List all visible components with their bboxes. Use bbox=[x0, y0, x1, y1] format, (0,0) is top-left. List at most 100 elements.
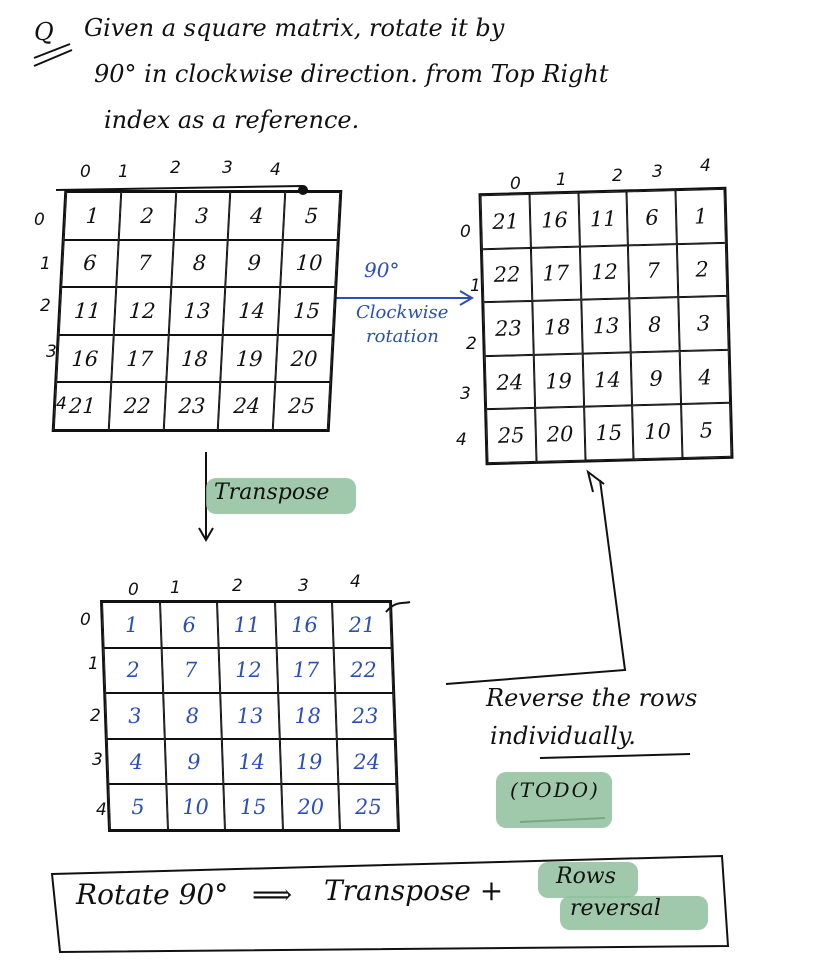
matrix-cell: 20 bbox=[275, 334, 333, 383]
row-index: 3 bbox=[460, 384, 471, 404]
matrix-cell: 16 bbox=[56, 334, 114, 383]
row-index: 2 bbox=[90, 706, 101, 726]
matrix-cell: 11 bbox=[578, 191, 629, 247]
matrix-cell: 8 bbox=[629, 297, 680, 353]
col-index: 0 bbox=[128, 580, 139, 600]
matrix-cell: 3 bbox=[105, 693, 165, 739]
matrix-cell: 7 bbox=[161, 647, 221, 694]
matrix-cell: 5 bbox=[282, 192, 341, 240]
row-index: 3 bbox=[92, 750, 103, 770]
matrix-cell: 18 bbox=[278, 693, 338, 739]
row-index: 0 bbox=[80, 610, 91, 630]
matrix-cell: 16 bbox=[274, 602, 335, 648]
matrix-cell: 1 bbox=[63, 192, 122, 240]
matrix-transposed: 1 6 11 16 21 2 7 12 17 22 3 8 13 18 23 4 9 14 19 24 5 10 15 20 2… bbox=[99, 600, 401, 832]
matrix-cell: 14 bbox=[221, 738, 282, 785]
matrix-cell: 9 bbox=[164, 738, 224, 785]
rotation-direction-label: Clockwise bbox=[356, 302, 449, 323]
matrix-cell: 9 bbox=[225, 239, 283, 288]
matrix-cell: 7 bbox=[116, 239, 174, 288]
matrix-cell: 4 bbox=[679, 349, 731, 405]
matrix-cell: 19 bbox=[220, 334, 278, 383]
matrix-cell: 17 bbox=[530, 246, 581, 302]
matrix-cell: 22 bbox=[334, 647, 394, 694]
matrix-cell: 10 bbox=[632, 404, 683, 460]
matrix-cell: 24 bbox=[218, 382, 276, 430]
reverse-note-line-2: individually. bbox=[490, 722, 636, 750]
matrix-cell: 13 bbox=[168, 287, 226, 335]
matrix-cell: 3 bbox=[678, 296, 729, 351]
matrix-cell: 13 bbox=[580, 298, 632, 354]
summary-transpose: Transpose + bbox=[324, 874, 504, 907]
row-index: 2 bbox=[466, 334, 477, 354]
matrix-cell: 25 bbox=[338, 784, 398, 830]
matrix-cell: 4 bbox=[106, 738, 166, 785]
matrix-cell: 20 bbox=[281, 784, 341, 830]
matrix-cell: 5 bbox=[681, 403, 732, 459]
matrix-cell: 13 bbox=[220, 693, 280, 739]
reverse-note-line-1: Reverse the rows bbox=[486, 684, 698, 712]
col-index: 0 bbox=[510, 174, 521, 194]
row-index: 1 bbox=[40, 254, 51, 274]
matrix-cell: 2 bbox=[103, 647, 163, 694]
matrix-cell: 25 bbox=[272, 382, 331, 430]
matrix-cell: 18 bbox=[532, 299, 583, 355]
matrix-cell: 4 bbox=[228, 192, 286, 240]
matrix-cell: 21 bbox=[332, 602, 392, 648]
matrix-cell: 18 bbox=[165, 334, 224, 383]
row-index: 0 bbox=[460, 222, 471, 242]
col-index: 3 bbox=[298, 576, 309, 596]
matrix-cell: 6 bbox=[61, 239, 119, 288]
matrix-cell: 14 bbox=[223, 287, 281, 335]
col-index: 0 bbox=[80, 162, 91, 182]
matrix-cell: 3 bbox=[173, 192, 231, 240]
matrix-cell: 1 bbox=[675, 188, 726, 244]
matrix-cell: 15 bbox=[277, 287, 336, 335]
matrix-cell: 15 bbox=[583, 405, 634, 461]
col-index: 4 bbox=[350, 572, 361, 592]
row-index: 0 bbox=[34, 210, 45, 230]
matrix-cell: 17 bbox=[111, 334, 169, 383]
col-index: 1 bbox=[170, 578, 181, 598]
matrix-cell: 23 bbox=[335, 693, 395, 739]
row-index: 1 bbox=[88, 654, 99, 674]
transpose-label: Transpose bbox=[214, 480, 330, 505]
matrix-cell: 24 bbox=[484, 354, 535, 410]
matrix-cell: 19 bbox=[533, 353, 584, 409]
matrix-cell: 5 bbox=[108, 784, 168, 830]
col-index: 1 bbox=[556, 170, 567, 190]
matrix-cell: 15 bbox=[223, 784, 283, 830]
matrix-cell: 21 bbox=[480, 193, 531, 249]
matrix-cell: 10 bbox=[165, 784, 226, 830]
matrix-cell: 19 bbox=[279, 738, 339, 785]
matrix-cell: 17 bbox=[276, 647, 336, 694]
matrix-cell: 6 bbox=[626, 190, 678, 245]
matrix-cell: 8 bbox=[170, 239, 229, 288]
col-index: 2 bbox=[170, 158, 181, 178]
matrix-cell: 22 bbox=[481, 247, 533, 303]
matrix-cell: 16 bbox=[529, 192, 580, 248]
summary-implies-arrow: ⟹ bbox=[252, 878, 293, 911]
col-index: 4 bbox=[270, 160, 281, 180]
summary-rows: Rows bbox=[556, 864, 616, 889]
matrix-rotated: 21 16 11 6 1 22 17 12 7 2 23 18 13 8 3 24 19 14 9 4 25 20 15 10… bbox=[478, 186, 734, 466]
matrix-cell: 22 bbox=[108, 382, 166, 430]
matrix-cell: 23 bbox=[483, 301, 534, 356]
matrix-cell: 10 bbox=[280, 239, 338, 288]
matrix-cell: 14 bbox=[582, 352, 633, 408]
col-index: 3 bbox=[222, 158, 233, 178]
matrix-cell: 7 bbox=[628, 243, 679, 299]
matrix-cell: 12 bbox=[113, 287, 171, 335]
matrix-cell: 9 bbox=[631, 350, 682, 406]
col-index: 4 bbox=[700, 156, 711, 176]
col-index: 2 bbox=[612, 166, 623, 186]
col-index: 3 bbox=[652, 162, 663, 182]
col-index: 1 bbox=[118, 162, 129, 182]
row-index: 2 bbox=[40, 296, 51, 316]
row-index: 4 bbox=[96, 800, 107, 820]
todo-label: (TODO) bbox=[510, 778, 600, 802]
summary-reversal: reversal bbox=[570, 896, 661, 921]
row-index: 1 bbox=[470, 276, 481, 296]
matrix-cell: 1 bbox=[102, 602, 162, 648]
matrix-cell: 20 bbox=[534, 407, 586, 462]
